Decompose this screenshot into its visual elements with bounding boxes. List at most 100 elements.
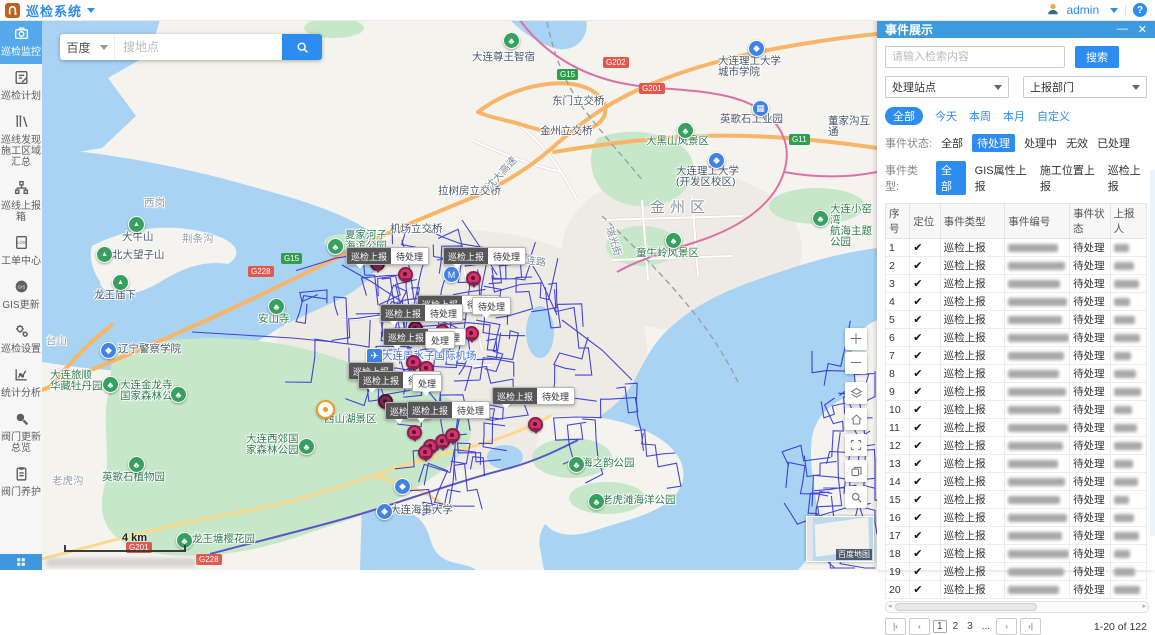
status-filter-option[interactable]: 处理中: [1024, 135, 1057, 151]
map-search-button[interactable]: [282, 34, 322, 60]
event-pin[interactable]: [528, 417, 543, 432]
table-row[interactable]: 17✔巡检上报待处理: [886, 527, 1147, 545]
locate-check-icon[interactable]: ✔: [913, 278, 922, 290]
map-control-layers[interactable]: [845, 382, 867, 404]
table-row[interactable]: 20✔巡检上报待处理: [886, 581, 1147, 599]
map-control-zoom-out[interactable]: －: [845, 352, 867, 374]
event-callout[interactable]: 巡检上报待处理: [492, 387, 575, 405]
table-row[interactable]: 4✔巡检上报待处理: [886, 293, 1147, 311]
locate-check-icon[interactable]: ✔: [913, 548, 922, 560]
user-name[interactable]: admin: [1066, 3, 1099, 17]
sidebar-item-gears[interactable]: 巡检设置: [0, 317, 42, 361]
map-control-home[interactable]: [845, 408, 867, 430]
map-search-input[interactable]: [115, 34, 282, 60]
locate-check-icon[interactable]: ✔: [913, 350, 922, 362]
event-callout[interactable]: 巡检上报待处理: [380, 304, 463, 322]
table-row[interactable]: 3✔巡检上报待处理: [886, 275, 1147, 293]
minimap-toggle[interactable]: [807, 517, 813, 561]
hscrollbar-thumb[interactable]: [895, 603, 1037, 611]
table-row[interactable]: 14✔巡检上报待处理: [886, 473, 1147, 491]
locate-check-icon[interactable]: ✔: [913, 512, 922, 524]
cell-locate[interactable]: ✔: [910, 419, 940, 437]
locate-check-icon[interactable]: ✔: [913, 332, 922, 344]
status-filter-option[interactable]: 待处理: [972, 134, 1015, 152]
cell-locate[interactable]: ✔: [910, 329, 940, 347]
locate-check-icon[interactable]: ✔: [913, 566, 922, 578]
event-pin[interactable]: [398, 267, 413, 282]
table-row[interactable]: 7✔巡检上报待处理: [886, 347, 1147, 365]
locate-check-icon[interactable]: ✔: [913, 458, 922, 470]
type-filter-option[interactable]: 巡检上报: [1108, 162, 1147, 194]
event-callout[interactable]: 处理: [412, 374, 442, 392]
sidebar-item-camera[interactable]: 巡检监控: [0, 20, 42, 64]
cell-locate[interactable]: ✔: [910, 347, 940, 365]
locate-check-icon[interactable]: ✔: [913, 440, 922, 452]
panel-minimize-button[interactable]: —: [1117, 23, 1128, 36]
map-control-search[interactable]: [845, 486, 867, 508]
sidebar-item-clipboard[interactable]: 阀门养护: [0, 460, 42, 504]
cell-locate[interactable]: ✔: [910, 293, 940, 311]
pagination-page-3[interactable]: 3: [964, 621, 976, 632]
table-row[interactable]: 5✔巡检上报待处理: [886, 311, 1147, 329]
station-select[interactable]: 处理站点: [885, 76, 1009, 98]
time-filter-option[interactable]: 今天: [935, 108, 957, 124]
locate-check-icon[interactable]: ✔: [913, 584, 922, 596]
user-menu-caret-icon[interactable]: [1110, 8, 1118, 13]
sidebar-item-chart[interactable]: 统计分析: [0, 361, 42, 405]
status-filter-option[interactable]: 已处理: [1097, 135, 1130, 151]
locate-check-icon[interactable]: ✔: [913, 260, 922, 272]
sidebar-item-gis[interactable]: GISGIS更新: [0, 273, 42, 317]
sidebar-item-books[interactable]: 巡线发现施工区域汇总: [0, 108, 42, 174]
event-callout[interactable]: 巡检上报待处理: [443, 247, 526, 265]
pagination-page-...[interactable]: ...: [979, 621, 993, 632]
map-control-zoom-in[interactable]: ＋: [845, 328, 867, 350]
cell-locate[interactable]: ✔: [910, 581, 940, 599]
status-filter-option[interactable]: 无效: [1066, 135, 1088, 151]
cell-locate[interactable]: ✔: [910, 437, 940, 455]
event-pin[interactable]: [418, 445, 433, 460]
type-filter-option[interactable]: 施工位置上报: [1040, 162, 1099, 194]
sidebar-item-log[interactable]: LOG工单中心: [0, 229, 42, 273]
table-row[interactable]: 8✔巡检上报待处理: [886, 365, 1147, 383]
map-control-overview[interactable]: [845, 460, 867, 482]
pagination-page-1[interactable]: 1: [933, 620, 947, 633]
type-filter-option[interactable]: GIS属性上报: [975, 162, 1031, 194]
minimap[interactable]: 百度地图: [806, 516, 874, 562]
event-search-input[interactable]: [885, 46, 1065, 68]
map-control-fullscreen[interactable]: [845, 434, 867, 456]
event-callout[interactable]: 巡检上报待处理: [407, 401, 490, 419]
cell-locate[interactable]: ✔: [910, 545, 940, 563]
cell-locate[interactable]: ✔: [910, 239, 940, 257]
table-row[interactable]: 1✔巡检上报待处理: [886, 239, 1147, 257]
table-row[interactable]: 19✔巡检上报待处理: [886, 563, 1147, 581]
table-row[interactable]: 9✔巡检上报待处理: [886, 383, 1147, 401]
pagination-prev[interactable]: ‹: [909, 618, 930, 635]
pagination-page-2[interactable]: 2: [950, 621, 962, 632]
table-row[interactable]: 18✔巡检上报待处理: [886, 545, 1147, 563]
cell-locate[interactable]: ✔: [910, 311, 940, 329]
locate-check-icon[interactable]: ✔: [913, 476, 922, 488]
time-filter-option[interactable]: 全部: [885, 107, 923, 125]
table-row[interactable]: 10✔巡检上报待处理: [886, 401, 1147, 419]
cell-locate[interactable]: ✔: [910, 383, 940, 401]
help-icon[interactable]: ?: [1133, 3, 1147, 17]
table-row[interactable]: 11✔巡检上报待处理: [886, 419, 1147, 437]
cell-locate[interactable]: ✔: [910, 257, 940, 275]
table-row[interactable]: 15✔巡检上报待处理: [886, 491, 1147, 509]
event-pin[interactable]: [445, 428, 460, 443]
table-hscrollbar[interactable]: ◂▸: [885, 601, 1149, 613]
cell-locate[interactable]: ✔: [910, 401, 940, 419]
app-title-caret-icon[interactable]: [87, 8, 95, 13]
locate-check-icon[interactable]: ✔: [913, 242, 922, 254]
pagination-next[interactable]: ›: [996, 618, 1017, 635]
cell-locate[interactable]: ✔: [910, 527, 940, 545]
cell-locate[interactable]: ✔: [910, 509, 940, 527]
event-callout[interactable]: 巡检上报待处理: [346, 247, 429, 265]
pagination-last[interactable]: ›|: [1020, 618, 1041, 635]
map-canvas[interactable]: 大连尊王智宿大连理工大学 城市学院英歌石工业园大黑山风景区大连理工大学 (开发区…: [42, 20, 877, 570]
locate-check-icon[interactable]: ✔: [913, 386, 922, 398]
event-pin[interactable]: [407, 425, 422, 440]
time-filter-option[interactable]: 自定义: [1037, 108, 1070, 124]
locate-check-icon[interactable]: ✔: [913, 368, 922, 380]
locate-check-icon[interactable]: ✔: [913, 314, 922, 326]
